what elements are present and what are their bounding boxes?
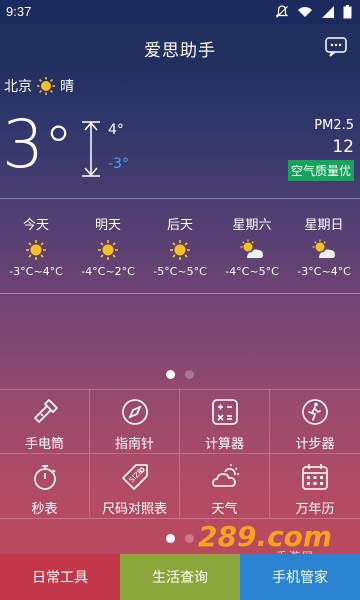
tool-stopwatch[interactable]: 秒表 [0, 454, 90, 519]
temp-range: 4° -3° [80, 120, 140, 180]
wifi-icon [298, 7, 312, 17]
compass-icon [121, 399, 148, 425]
tool-label: 尺码对照表 [101, 502, 167, 517]
aqi-value: 12 [332, 137, 354, 157]
day-name: 今天 [22, 218, 49, 233]
day-temps: -3°C~4°C [9, 265, 63, 278]
signal-icon [322, 6, 334, 18]
forecast-day: 明天 -4°C~2°C [72, 214, 144, 284]
divider [0, 198, 360, 199]
aqi-label: PM2.5 [314, 118, 354, 133]
day-temps: -3°C~4°C [297, 265, 351, 278]
tool-label: 计步器 [295, 437, 335, 452]
tool-flashlight[interactable]: 手电筒 [0, 389, 90, 454]
day-name: 星期日 [304, 218, 344, 233]
tool-grid: 手电筒 指南针 计算器 计步器 秒表 SIZE 尺码对照表 天气 万年历 [0, 389, 360, 519]
weather-condition: 晴 [60, 79, 74, 95]
day-temps: -4°C~2°C [81, 265, 135, 278]
bell-off-icon [275, 5, 289, 18]
tool-label: 万年历 [295, 502, 335, 517]
sun-cloud-icon [240, 239, 263, 258]
calendar-icon [302, 464, 328, 490]
divider [0, 293, 360, 294]
tool-label: 秒表 [31, 502, 58, 517]
low-temp: -3° [108, 156, 129, 172]
page-dot[interactable] [166, 370, 175, 379]
tool-label: 手电筒 [24, 437, 64, 452]
high-temp: 4° [108, 122, 124, 138]
size-tag-icon: SIZE [121, 464, 148, 490]
forecast-row: 今天 -3°C~4°C 明天 -4°C~2°C 后天 -5°C~5°C 星期六 … [0, 214, 360, 284]
bottom-tab-bar: 日常工具 生活查询 手机管家 [0, 554, 360, 600]
sun-cloud-icon [312, 239, 335, 258]
forecast-day: 星期日 -3°C~4°C [288, 214, 360, 284]
degree-symbol: ° [44, 113, 73, 181]
sun-icon [26, 240, 46, 260]
tool-calendar[interactable]: 万年历 [270, 454, 360, 519]
tool-label: 指南针 [114, 437, 154, 452]
day-name: 明天 [94, 218, 121, 233]
tool-compass[interactable]: 指南针 [90, 389, 180, 454]
calculator-icon [211, 399, 238, 425]
stopwatch-icon [33, 465, 56, 490]
app-title: 爱思助手 [144, 41, 216, 61]
location[interactable]: 北京 晴 [4, 76, 74, 96]
forecast-day: 今天 -3°C~4°C [0, 214, 72, 284]
page-dot[interactable] [185, 534, 194, 543]
page-dot[interactable] [166, 534, 175, 543]
current-temperature: 3° [2, 112, 73, 178]
forecast-day: 后天 -5°C~5°C [144, 214, 216, 284]
sun-icon [170, 240, 190, 260]
status-icons [275, 5, 352, 19]
sun-icon [37, 77, 55, 95]
chat-icon[interactable] [324, 35, 348, 59]
up-down-arrow-icon [82, 121, 100, 177]
city-name: 北京 [4, 79, 32, 95]
tab-daily-tools[interactable]: 日常工具 [0, 554, 120, 600]
forecast-day: 星期六 -4°C~5°C [216, 214, 288, 284]
day-name: 后天 [166, 218, 193, 233]
status-bar: 9:37 [0, 0, 360, 24]
day-temps: -5°C~5°C [153, 265, 207, 278]
tool-label: 计算器 [204, 437, 244, 452]
tool-size-chart[interactable]: SIZE 尺码对照表 [90, 454, 180, 519]
app-header: 爱思助手 [0, 24, 360, 70]
air-quality: PM2.5 12 空气质量优 [287, 118, 354, 181]
sun-icon [98, 240, 118, 260]
current-temp-value: 3 [2, 106, 44, 183]
battery-icon [343, 5, 352, 19]
status-time: 9:37 [6, 4, 32, 19]
tool-weather[interactable]: 天气 [180, 454, 270, 519]
weather-icon [211, 464, 239, 487]
weather-page-indicator [0, 370, 360, 379]
app-screen: 9:37 爱思助手 北京 晴 3° 4° -3° PM2.5 12 空气质量优 … [0, 0, 360, 600]
day-name: 星期六 [232, 218, 272, 233]
tab-phone-manager[interactable]: 手机管家 [240, 554, 360, 600]
page-dot[interactable] [185, 370, 194, 379]
tool-label: 天气 [211, 502, 238, 517]
pedometer-icon [302, 399, 328, 425]
tool-pedometer[interactable]: 计步器 [270, 389, 360, 454]
tool-calculator[interactable]: 计算器 [180, 389, 270, 454]
flashlight-icon [33, 399, 58, 423]
aqi-quality-badge: 空气质量优 [287, 160, 354, 181]
day-temps: -4°C~5°C [225, 265, 279, 278]
tab-life-query[interactable]: 生活查询 [120, 554, 240, 600]
